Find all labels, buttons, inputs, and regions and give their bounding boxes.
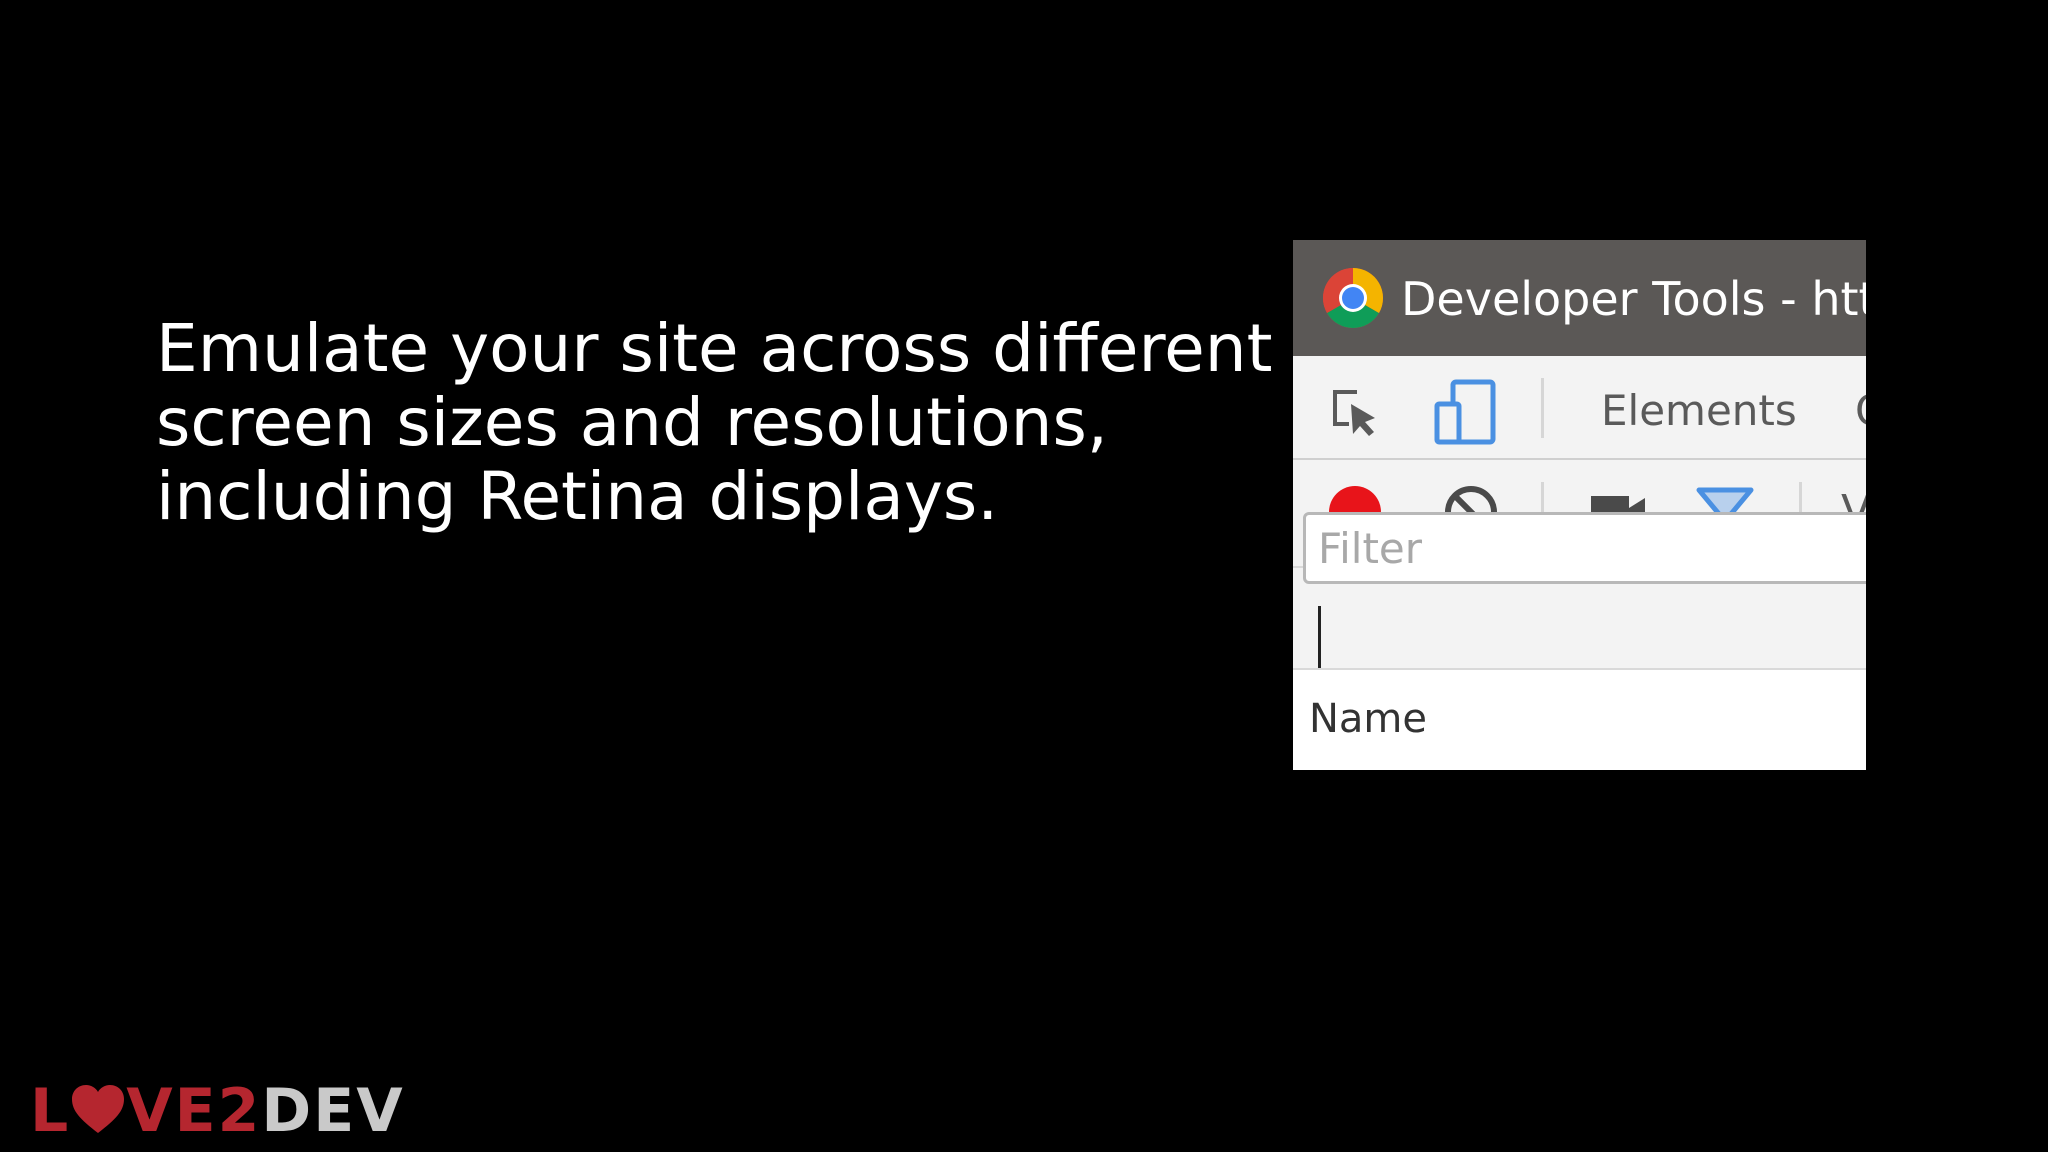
device-toolbar-icon[interactable] bbox=[1433, 378, 1499, 446]
logo-text-l: L bbox=[30, 1076, 71, 1146]
requests-table-header: Name bbox=[1293, 670, 1866, 770]
heart-icon bbox=[72, 1085, 125, 1133]
devtools-window: Developer Tools - http Elements C bbox=[1293, 240, 1866, 770]
love2dev-logo: L VE2DEV bbox=[30, 1080, 430, 1142]
logo-text-dev: DEV bbox=[261, 1076, 405, 1146]
inspect-element-icon[interactable] bbox=[1327, 384, 1383, 440]
slide-headline: Emulate your site across different scree… bbox=[156, 310, 1273, 535]
filter-input[interactable] bbox=[1303, 512, 1866, 584]
text-caret bbox=[1318, 606, 1321, 668]
chrome-logo-icon bbox=[1322, 268, 1384, 329]
devtools-main-toolbar: Elements C bbox=[1293, 356, 1866, 460]
tab-next-partial[interactable]: C bbox=[1855, 386, 1866, 436]
window-titlebar: Developer Tools - http bbox=[1293, 240, 1866, 356]
headline-line-2: screen sizes and resolutions, bbox=[156, 384, 1108, 461]
window-title: Developer Tools - http bbox=[1401, 272, 1866, 326]
headline-line-1: Emulate your site across different bbox=[156, 310, 1273, 387]
headline-line-3: including Retina displays. bbox=[156, 458, 999, 535]
toolbar-separator bbox=[1541, 378, 1544, 438]
column-header-name[interactable]: Name bbox=[1309, 694, 1427, 744]
tab-elements[interactable]: Elements bbox=[1601, 386, 1797, 436]
logo-text-ve2: VE2 bbox=[126, 1076, 262, 1146]
